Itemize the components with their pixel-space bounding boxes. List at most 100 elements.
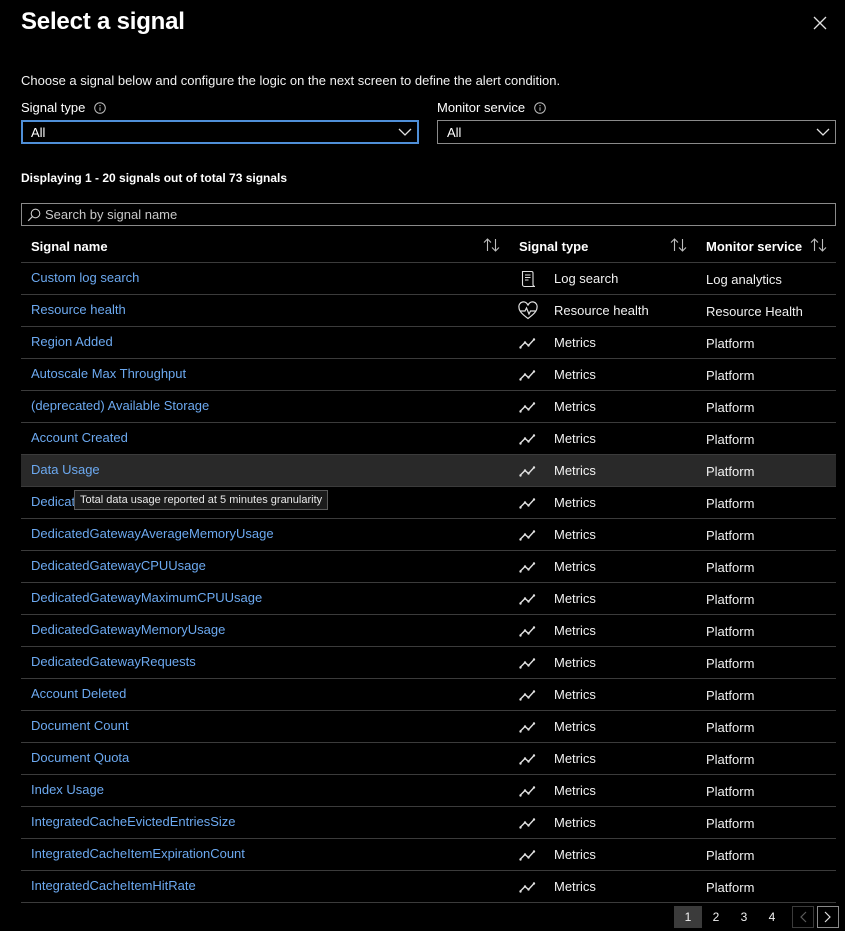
monitor-service-cell: Platform <box>706 688 755 703</box>
column-header-signal-name[interactable]: Signal name <box>31 230 108 263</box>
panel-title: Select a signal <box>21 8 185 35</box>
signal-name-link[interactable]: IntegratedCacheItemExpirationCount <box>31 846 245 861</box>
signal-name-link[interactable]: DedicatedGatewayMemoryUsage <box>31 622 225 637</box>
signal-name-link[interactable]: IntegratedCacheEvictedEntriesSize <box>31 814 236 829</box>
search-input[interactable]: Search by signal name <box>21 203 836 226</box>
sort-icon[interactable] <box>670 238 687 252</box>
metrics-icon <box>517 397 539 417</box>
signal-type-dropdown[interactable]: All <box>21 120 419 144</box>
monitor-service-cell: Platform <box>706 464 755 479</box>
page-buttons: 1234 <box>674 906 786 928</box>
page-2-button[interactable]: 2 <box>702 906 730 928</box>
metrics-icon <box>517 845 539 865</box>
table-row[interactable]: IntegratedCacheItemHitRate Metrics Platfor… <box>21 871 836 903</box>
monitor-service-cell: Platform <box>706 752 755 767</box>
table-row[interactable]: Region Added Metrics Platform <box>21 327 836 359</box>
signal-name-link[interactable]: DedicatedGatewayRequests <box>31 654 196 669</box>
metrics-icon <box>517 813 539 833</box>
page-1-button[interactable]: 1 <box>674 906 702 928</box>
monitor-service-value: All <box>447 124 462 140</box>
table-row[interactable]: Account Deleted Metrics Platform <box>21 679 836 711</box>
signal-name-link[interactable]: DedicatedGatewayMaximumCPUUsage <box>31 590 262 605</box>
table-row[interactable]: Document Count Metrics Platform <box>21 711 836 743</box>
signal-type-cell: Resource health <box>554 303 649 318</box>
monitor-service-cell: Resource Health <box>706 304 803 319</box>
signal-type-cell: Metrics <box>554 559 596 574</box>
monitor-service-cell: Platform <box>706 400 755 415</box>
signal-name-link[interactable]: Account Deleted <box>31 686 126 701</box>
table-row[interactable]: Document Quota Metrics Platform <box>21 743 836 775</box>
monitor-service-cell: Platform <box>706 560 755 575</box>
signal-type-cell: Metrics <box>554 751 596 766</box>
signal-name-link[interactable]: Custom log search <box>31 270 139 285</box>
column-header-monitor-service[interactable]: Monitor service <box>706 230 802 263</box>
table-row[interactable]: DedicatedGatewayMemoryUsage Metrics Platfo… <box>21 615 836 647</box>
chevron-down-icon <box>816 128 830 137</box>
monitor-service-label: Monitor service <box>437 100 546 115</box>
sort-icon[interactable] <box>483 238 500 252</box>
table-row[interactable]: DedicatedGatewayCPUUsage Metrics Platform <box>21 551 836 583</box>
chevron-right-icon <box>824 911 831 923</box>
signal-name-link[interactable]: Region Added <box>31 334 113 349</box>
signal-type-cell: Metrics <box>554 847 596 862</box>
page-4-button[interactable]: 4 <box>758 906 786 928</box>
signal-type-cell: Metrics <box>554 463 596 478</box>
table-row[interactable]: IntegratedCacheItemExpirationCount Metric… <box>21 839 836 871</box>
chevron-down-icon <box>398 128 412 137</box>
monitor-service-dropdown[interactable]: All <box>437 120 836 144</box>
table-row[interactable]: DedicatedGatewayRequests Metrics Platform <box>21 647 836 679</box>
table-row[interactable]: IntegratedCacheEvictedEntriesSize Metrics… <box>21 807 836 839</box>
table-row[interactable]: Account Created Metrics Platform <box>21 423 836 455</box>
signal-name-link[interactable]: Document Count <box>31 718 129 733</box>
signal-type-cell: Log search <box>554 271 619 286</box>
table-row[interactable]: DedicatedGatewayMaximumCPUUsage Metrics Pl… <box>21 583 836 615</box>
table-row[interactable]: Data Usage Metrics Platform <box>21 455 836 487</box>
chevron-left-icon <box>800 911 807 923</box>
page-3-button[interactable]: 3 <box>730 906 758 928</box>
table-row[interactable]: (deprecated) Available Storage Metrics Pla… <box>21 391 836 423</box>
table-row[interactable]: Resource health Resource health Resource H… <box>21 295 836 327</box>
signal-name-link[interactable]: DedicatedGatewayAverageMemoryUsage <box>31 526 274 541</box>
signal-type-cell: Metrics <box>554 815 596 830</box>
metrics-icon <box>517 589 539 609</box>
table-row[interactable]: Autoscale Max Throughput Metrics Platform <box>21 359 836 391</box>
previous-page-button[interactable] <box>792 906 814 928</box>
monitor-service-cell: Platform <box>706 848 755 863</box>
search-icon <box>27 208 41 222</box>
signal-name-link[interactable]: Dedicat <box>31 494 75 509</box>
signal-type-cell: Metrics <box>554 335 596 350</box>
signal-type-cell: Metrics <box>554 879 596 894</box>
signal-name-link[interactable]: Document Quota <box>31 750 129 765</box>
signal-name-link[interactable]: (deprecated) Available Storage <box>31 398 209 413</box>
signal-name-link[interactable]: Resource health <box>31 302 126 317</box>
metrics-icon <box>517 429 539 449</box>
table-row[interactable]: DedicatedGatewayAverageMemoryUsage Metric… <box>21 519 836 551</box>
metrics-icon <box>517 461 539 481</box>
signal-name-link[interactable]: Autoscale Max Throughput <box>31 366 186 381</box>
signal-name-link[interactable]: DedicatedGatewayCPUUsage <box>31 558 206 573</box>
signal-name-link[interactable]: Account Created <box>31 430 128 445</box>
table-row[interactable]: Custom log search Log search Log analytics <box>21 263 836 295</box>
metrics-icon <box>517 557 539 577</box>
monitor-service-cell: Log analytics <box>706 272 782 287</box>
info-icon[interactable] <box>94 101 107 114</box>
signal-type-cell: Metrics <box>554 591 596 606</box>
monitor-service-cell: Platform <box>706 656 755 671</box>
signal-type-cell: Metrics <box>554 527 596 542</box>
info-icon[interactable] <box>534 101 546 114</box>
metrics-icon <box>517 621 539 641</box>
signal-name-link[interactable]: Data Usage <box>31 462 100 477</box>
metrics-icon <box>517 525 539 545</box>
monitor-service-label-text: Monitor service <box>437 100 526 115</box>
signals-table: Signal name Signal type Monitor service … <box>21 230 836 903</box>
monitor-service-cell: Platform <box>706 880 755 895</box>
sort-icon[interactable] <box>810 238 827 252</box>
signal-name-link[interactable]: Index Usage <box>31 782 104 797</box>
next-page-button[interactable] <box>817 906 839 928</box>
signal-name-link[interactable]: IntegratedCacheItemHitRate <box>31 878 196 893</box>
log-search-icon <box>517 269 539 289</box>
close-button[interactable] <box>806 9 834 37</box>
table-body: Custom log search Log search Log analytics… <box>21 263 836 903</box>
column-header-signal-type[interactable]: Signal type <box>519 230 588 263</box>
table-row[interactable]: Index Usage Metrics Platform <box>21 775 836 807</box>
